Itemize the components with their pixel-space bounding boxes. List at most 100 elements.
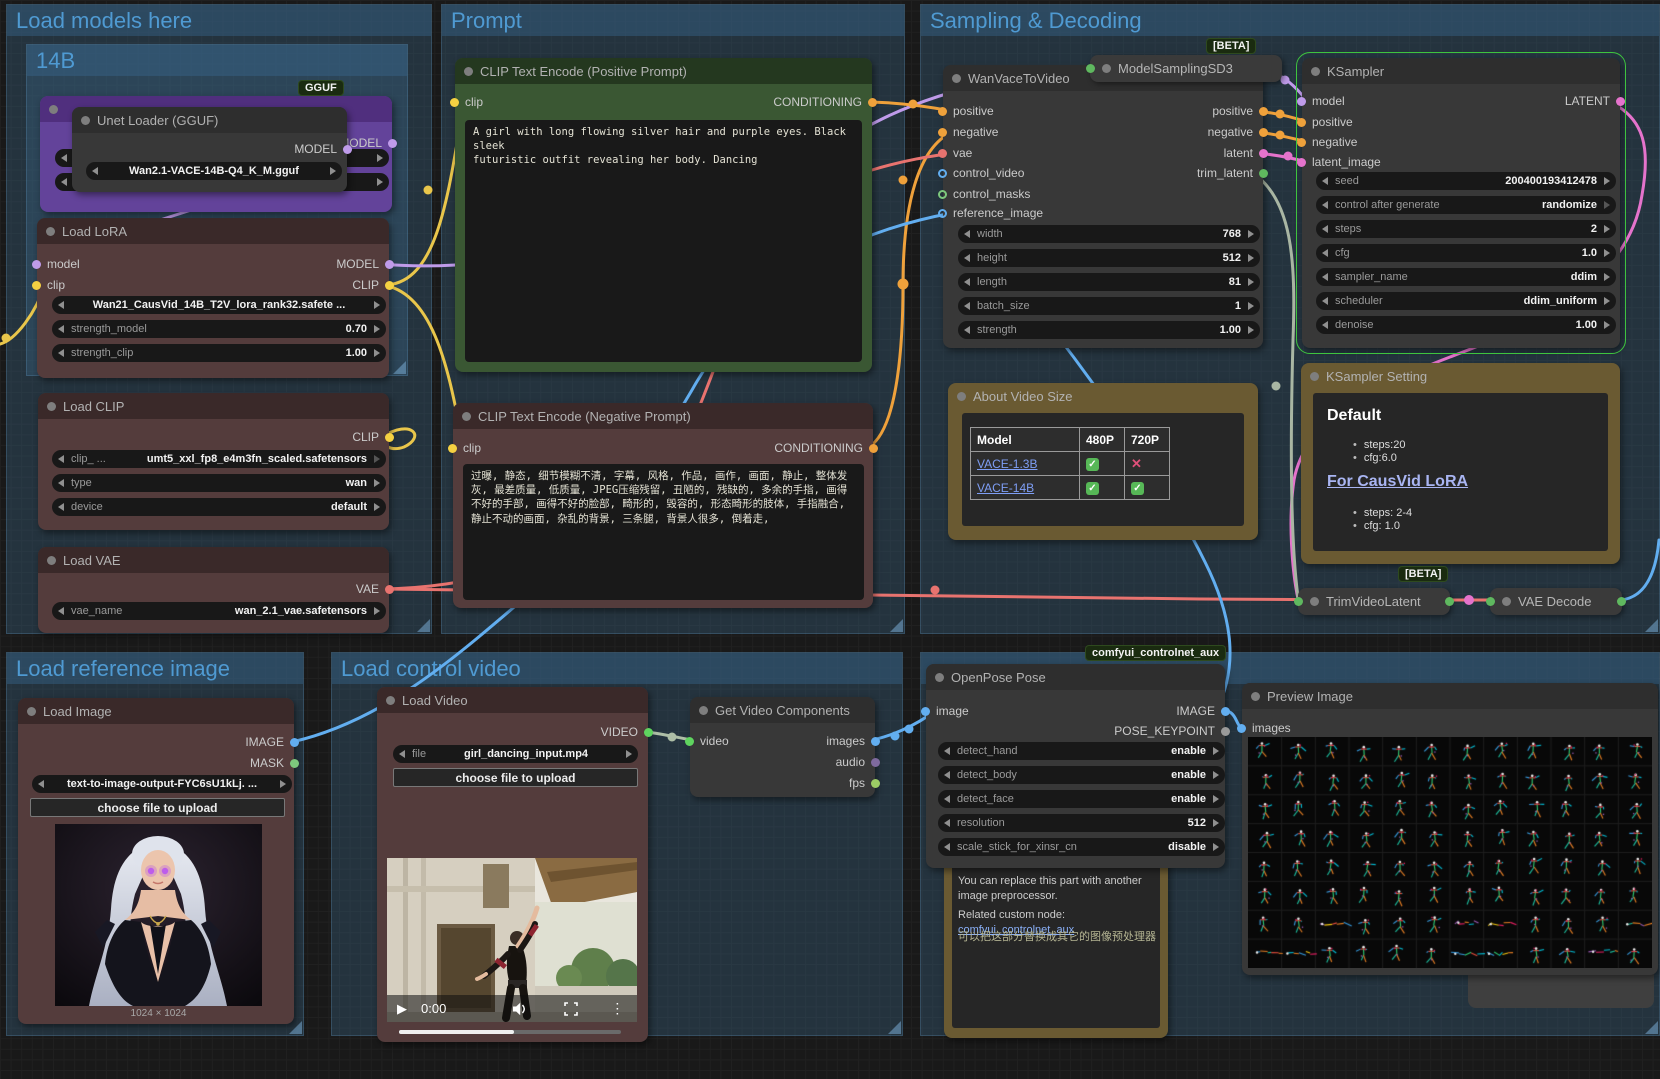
causvid-lora-link[interactable]: For CausVid LoRA — [1327, 473, 1468, 491]
node-vae-decode[interactable]: VAE Decode — [1490, 588, 1622, 615]
choose-file-button[interactable]: choose file to upload — [30, 798, 285, 817]
collapse-dot[interactable] — [46, 227, 55, 236]
audio-output-port[interactable] — [871, 758, 880, 767]
positive-prompt-textarea[interactable]: A girl with long flowing silver hair and… — [465, 120, 862, 362]
next-arrow[interactable] — [1213, 843, 1219, 851]
node-openpose-pose[interactable]: OpenPose Pose image IMAGE POSE_KEYPOINT … — [926, 664, 1225, 868]
device-widget[interactable]: devicedefault — [52, 498, 386, 516]
group-resize-handle[interactable] — [289, 1021, 302, 1034]
reference-image-input-port[interactable] — [938, 209, 947, 218]
scheduler-widget[interactable]: schedulerddim_uniform — [1316, 292, 1616, 310]
next-arrow[interactable] — [377, 154, 383, 162]
model-input-port[interactable] — [1297, 97, 1306, 106]
fullscreen-icon[interactable] — [564, 1002, 578, 1016]
scale-stick-widget[interactable]: scale_stick_for_xinsr_cndisable — [938, 838, 1225, 856]
collapsed-output-dot[interactable] — [1445, 597, 1454, 606]
group-resize-handle[interactable] — [890, 619, 903, 632]
prev-arrow[interactable] — [58, 325, 64, 333]
kebab-menu-icon[interactable]: ⋮ — [610, 1000, 624, 1017]
latent-image-input-port[interactable] — [1297, 158, 1306, 167]
clip-input-port[interactable] — [450, 98, 459, 107]
prev-arrow[interactable] — [58, 301, 64, 309]
strength-clip-widget[interactable]: strength_clip1.00 — [52, 344, 386, 362]
group-resize-handle[interactable] — [1645, 1021, 1658, 1034]
next-arrow[interactable] — [1213, 747, 1219, 755]
lora-name-combo[interactable]: Wan21_CausVid_14B_T2V_lora_rank32.safete… — [52, 296, 386, 314]
next-arrow[interactable] — [1213, 819, 1219, 827]
prev-arrow[interactable] — [964, 278, 970, 286]
node-about-video-size[interactable]: About Video Size Model 480P 720P VACE-1.… — [948, 383, 1258, 540]
prev-arrow[interactable] — [58, 607, 64, 615]
collapse-dot[interactable] — [49, 105, 58, 114]
clip-name-combo[interactable]: clip_ ...umt5_xxl_fp8_e4m3fn_scaled.safe… — [52, 450, 386, 468]
collapse-dot[interactable] — [27, 707, 36, 716]
node-clip-positive[interactable]: CLIP Text Encode (Positive Prompt) clip … — [455, 58, 872, 372]
next-arrow[interactable] — [1213, 771, 1219, 779]
conditioning-output-port[interactable] — [868, 98, 877, 107]
next-arrow[interactable] — [1248, 278, 1254, 286]
next-arrow[interactable] — [1248, 230, 1254, 238]
seed-widget[interactable]: seed200400193412478 — [1316, 172, 1616, 190]
prev-arrow[interactable] — [964, 230, 970, 238]
prev-arrow[interactable] — [58, 479, 64, 487]
latent-output-port[interactable] — [1616, 97, 1625, 106]
next-arrow[interactable] — [374, 455, 380, 463]
prev-arrow[interactable] — [964, 302, 970, 310]
node-load-vae[interactable]: Load VAE VAE vae_namewan_2.1_vae.safeten… — [38, 547, 389, 633]
batch-size-widget[interactable]: batch_size1 — [958, 297, 1260, 315]
vace-14b-link[interactable]: VACE-14B — [977, 481, 1034, 495]
node-load-video[interactable]: Load Video VIDEO filegirl_dancing_input.… — [377, 687, 648, 1042]
next-arrow[interactable] — [1604, 273, 1610, 281]
node-load-clip[interactable]: Load CLIP CLIP clip_ ...umt5_xxl_fp8_e4m… — [38, 393, 389, 530]
next-arrow[interactable] — [1213, 795, 1219, 803]
resolution-widget[interactable]: resolution512 — [938, 814, 1225, 832]
collapse-dot[interactable] — [1502, 597, 1511, 606]
model-output-port[interactable] — [385, 260, 394, 269]
next-arrow[interactable] — [374, 607, 380, 615]
conditioning-output-port[interactable] — [869, 444, 878, 453]
next-arrow[interactable] — [374, 503, 380, 511]
collapsed-input-dot[interactable] — [1486, 597, 1495, 606]
play-button[interactable]: ▶ — [397, 1001, 407, 1017]
next-arrow[interactable] — [377, 178, 383, 186]
prev-arrow[interactable] — [964, 254, 970, 262]
prev-arrow[interactable] — [1322, 225, 1328, 233]
prev-arrow[interactable] — [1322, 201, 1328, 209]
control-masks-input-port[interactable] — [938, 190, 947, 199]
next-arrow[interactable] — [1604, 297, 1610, 305]
control-video-input-port[interactable] — [938, 169, 947, 178]
images-input-port[interactable] — [1237, 724, 1246, 733]
group-resize-handle[interactable] — [888, 1021, 901, 1034]
node-ksampler[interactable]: KSampler model positive negative latent_… — [1302, 58, 1620, 348]
next-arrow[interactable] — [1604, 177, 1610, 185]
collapse-dot[interactable] — [1311, 67, 1320, 76]
video-preview[interactable]: ▶ 0:00 ⋮ — [387, 858, 637, 1022]
group-resize-handle[interactable] — [417, 619, 430, 632]
positive-input-port[interactable] — [938, 107, 947, 116]
prev-arrow[interactable] — [61, 178, 67, 186]
next-arrow[interactable] — [1248, 326, 1254, 334]
prev-arrow[interactable] — [944, 771, 950, 779]
detect-face-widget[interactable]: detect_faceenable — [938, 790, 1225, 808]
cfg-widget[interactable]: cfg1.0 — [1316, 244, 1616, 262]
image-input-port[interactable] — [921, 707, 930, 716]
clip-input-port[interactable] — [32, 281, 41, 290]
detect-hand-widget[interactable]: detect_handenable — [938, 742, 1225, 760]
positive-output-port[interactable] — [1259, 107, 1268, 116]
prev-arrow[interactable] — [1322, 249, 1328, 257]
clip-input-port[interactable] — [448, 444, 457, 453]
negative-output-port[interactable] — [1259, 128, 1268, 137]
control-after-generate-widget[interactable]: control after generaterandomize — [1316, 196, 1616, 214]
model-output-port[interactable] — [343, 145, 352, 154]
node-unet-loader[interactable]: Unet Loader (GGUF) MODEL Wan2.1-VACE-14B… — [72, 107, 347, 192]
vae-output-port[interactable] — [385, 585, 394, 594]
volume-icon[interactable] — [512, 1002, 528, 1016]
collapse-dot[interactable] — [935, 673, 944, 682]
node-modelsamplingsd3[interactable]: ModelSamplingSD3 — [1090, 55, 1282, 82]
reference-image-thumbnail[interactable] — [55, 824, 262, 1006]
node-clip-negative[interactable]: CLIP Text Encode (Negative Prompt) clip … — [453, 403, 873, 608]
prev-arrow[interactable] — [944, 747, 950, 755]
node-ksampler-setting[interactable]: KSampler Setting Default steps:20 cfg:6.… — [1301, 363, 1620, 564]
collapse-dot[interactable] — [699, 706, 708, 715]
prev-arrow[interactable] — [944, 843, 950, 851]
